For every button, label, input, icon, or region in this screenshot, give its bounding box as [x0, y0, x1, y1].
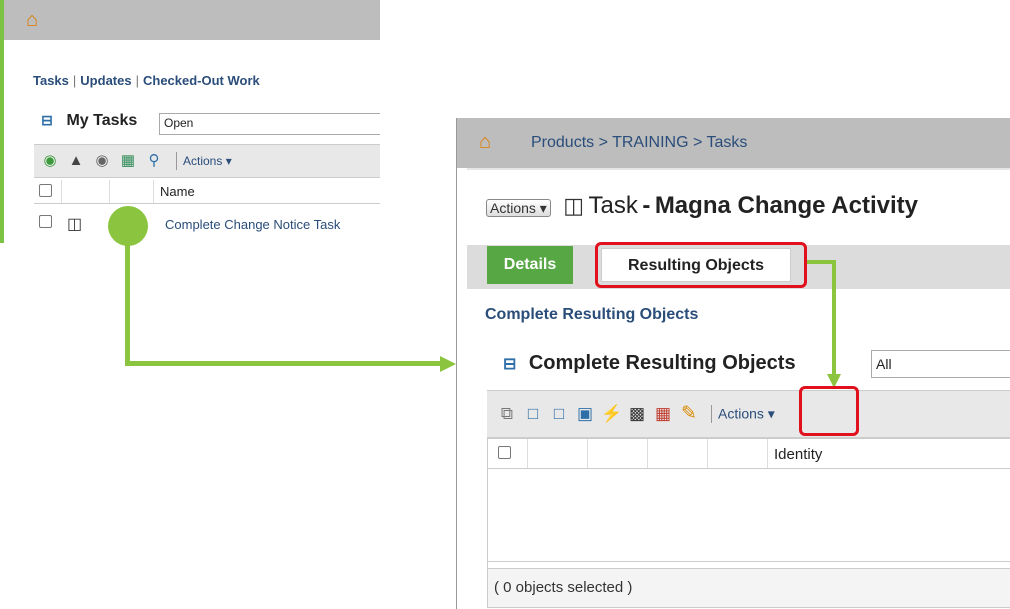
nav-separator: | — [135, 73, 139, 88]
magic-wand-icon[interactable]: ⚡ — [601, 404, 622, 424]
section-title: Complete Resulting Objects — [528, 352, 796, 374]
table-footer-divider — [488, 561, 1010, 562]
identity-column-header[interactable]: Identity — [768, 439, 822, 468]
tasks-table-header: Name — [34, 180, 380, 204]
connector-arrowhead — [440, 356, 456, 372]
add-related-icon[interactable]: ▣ — [575, 404, 595, 424]
pencil-edit-icon[interactable]: ✎ — [679, 404, 699, 424]
home-icon[interactable]: ⌂ — [26, 10, 38, 30]
toolbar-separator — [176, 152, 177, 170]
task-title-row: Actions ▾ ◫ Task - Magna Change Activity — [486, 192, 918, 220]
header-cell — [110, 180, 154, 203]
my-tasks-header: ⊟ My Tasks — [40, 112, 137, 136]
select-all-cell — [34, 180, 62, 203]
header-cell — [62, 180, 110, 203]
task-label: Task — [588, 192, 638, 219]
table-row: ◫ Complete Change Notice Task — [34, 206, 380, 242]
chart-icon[interactable]: ▦ — [653, 404, 673, 424]
connector-line-horizontal — [807, 260, 835, 264]
highlight-box-edit — [799, 386, 859, 436]
objects-table-header: Identity — [488, 439, 1010, 469]
left-accent-rule — [0, 0, 4, 243]
title-dash: - — [642, 192, 651, 219]
header-cell — [528, 439, 588, 468]
selection-status: ( 0 objects selected ) — [487, 568, 1010, 608]
spreadsheet-export-icon[interactable]: ▦ — [118, 151, 138, 171]
task-type-icon: ◫ — [563, 193, 585, 218]
header-cell — [708, 439, 768, 468]
copy-icon[interactable]: ⧉ — [497, 404, 517, 424]
my-tasks-panel: ⌂ Tasks | Updates | Checked-Out Work ⊟ My Ta… — [0, 0, 380, 243]
section-title: My Tasks — [66, 112, 138, 129]
select-all-cell — [488, 439, 528, 468]
tasks-toolbar: ◉ ▲ ◉ ▦ ⚲ Actions ▾ — [34, 144, 380, 178]
add-object-icon[interactable]: □ — [549, 404, 569, 424]
task-name-link[interactable]: Complete Change Notice Task — [159, 217, 340, 232]
reassign-icon[interactable]: ◉ — [92, 151, 112, 171]
toolbar-actions-menu[interactable]: Actions ▾ — [718, 406, 775, 422]
collapse-icon[interactable]: ⊟ — [40, 112, 54, 129]
connector-line-vertical — [125, 240, 130, 366]
detail-top-bar: ⌂ Products > TRAINING > Tasks — [457, 118, 1010, 168]
nav-link-tasks[interactable]: Tasks — [33, 73, 69, 88]
actions-dropdown-button[interactable]: Actions ▾ — [486, 199, 551, 217]
row-checkbox[interactable] — [39, 215, 52, 228]
nav-links: Tasks | Updates | Checked-Out Work — [33, 73, 260, 88]
select-all-checkbox[interactable] — [498, 446, 511, 459]
nav-link-checked-out-work[interactable]: Checked-Out Work — [143, 73, 260, 88]
objects-filter-select[interactable]: All — [871, 350, 1010, 378]
complete-task-icon[interactable]: ◉ — [40, 151, 60, 171]
revise-icon[interactable]: ▩ — [627, 404, 647, 424]
paste-icon[interactable]: □ — [523, 404, 543, 424]
header-divider — [467, 168, 1010, 170]
search-icon[interactable]: ⚲ — [144, 151, 164, 171]
select-all-checkbox[interactable] — [39, 184, 52, 197]
connector-line-horizontal — [125, 361, 445, 366]
export-icon[interactable]: ▲ — [66, 151, 86, 171]
header-cell — [648, 439, 708, 468]
row-select-cell — [34, 215, 67, 233]
tab-details[interactable]: Details — [487, 246, 573, 284]
nav-link-updates[interactable]: Updates — [80, 73, 131, 88]
highlight-box-tab — [595, 242, 807, 288]
toolbar-actions-menu[interactable]: Actions ▾ — [183, 154, 232, 168]
collapse-icon[interactable]: ⊟ — [503, 354, 516, 374]
task-filter-select[interactable]: Open — [159, 113, 380, 135]
resulting-objects-header: ⊟ Complete Resulting Objects — [503, 352, 796, 375]
top-bar: ⌂ — [0, 0, 380, 40]
header-cell — [588, 439, 648, 468]
home-icon[interactable]: ⌂ — [479, 132, 491, 152]
objects-toolbar: ⧉ □ □ ▣ ⚡ ▩ ▦ ✎ Actions ▾ — [487, 390, 1010, 438]
task-name: Magna Change Activity — [654, 192, 918, 219]
toolbar-separator — [711, 405, 712, 423]
breadcrumb[interactable]: Products > TRAINING > Tasks — [531, 134, 747, 152]
connector-line-vertical — [832, 260, 836, 380]
resulting-objects-subheading: Complete Resulting Objects — [485, 306, 699, 323]
task-detail-panel: ⌂ Products > TRAINING > Tasks Actions ▾ … — [456, 118, 1010, 609]
nav-separator: | — [72, 73, 77, 88]
name-column-header[interactable]: Name — [154, 180, 195, 203]
